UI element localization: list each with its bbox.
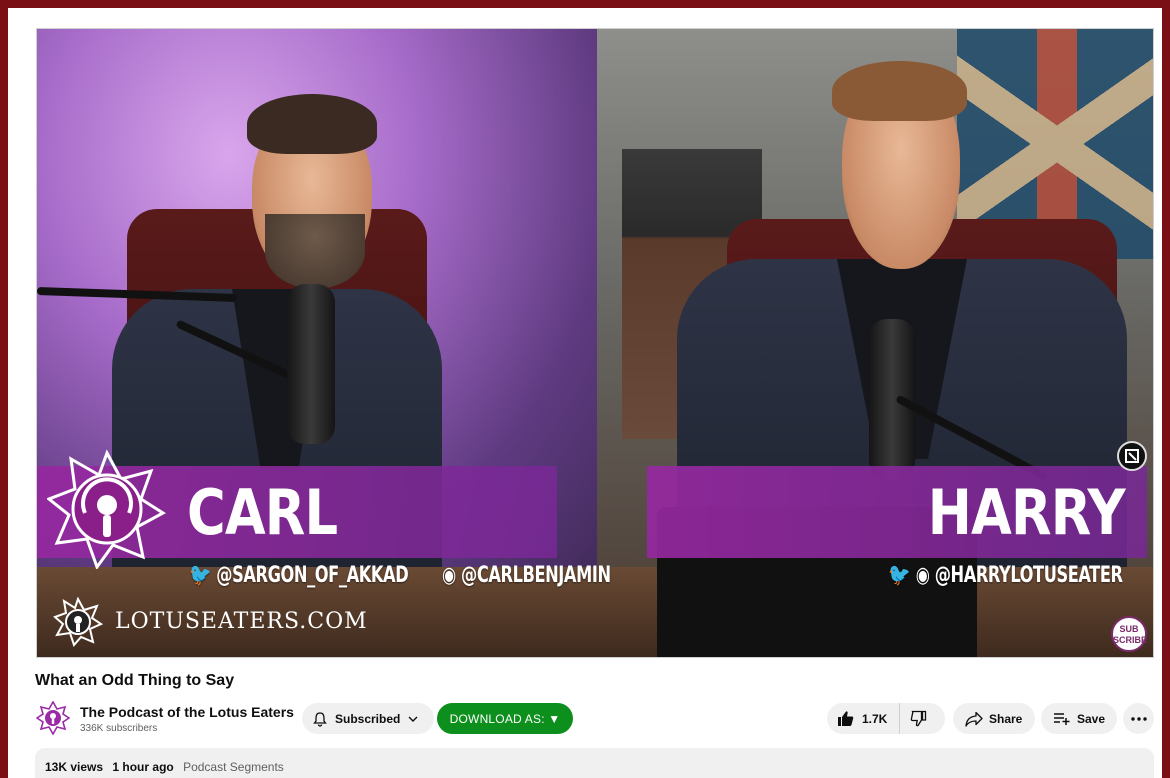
twitter-handle-left: 🐦 @SARGON_OF_AKKAD (189, 563, 409, 588)
site-url: LOTUSEATERS.COM (115, 609, 368, 634)
name-label-left: CARL (187, 476, 338, 549)
name-label-right: HARRY (927, 476, 1126, 549)
channel-avatar[interactable] (36, 701, 70, 735)
subscribed-button[interactable]: Subscribed (302, 703, 434, 734)
share-label: Share (989, 711, 1023, 726)
video-player[interactable]: CARL HARRY 🐦 @SARGON_OF_AKKAD ◉ @CARLBEN… (36, 28, 1154, 658)
carl-microphone (287, 284, 335, 444)
harry-hair (832, 61, 967, 121)
description-box[interactable]: 13K views 1 hour ago Podcast Segments (35, 748, 1154, 778)
handle-text: @SARGON_OF_AKKAD (216, 563, 409, 588)
download-button[interactable]: DOWNLOAD AS: ▼ (437, 703, 573, 734)
view-count: 13K views (45, 760, 104, 774)
thumb-down-icon (910, 710, 927, 727)
handle-text: @HARRYLOTUSEATER (935, 563, 1123, 588)
like-button[interactable]: 1.7K (827, 703, 900, 734)
twitter-handle-right: 🐦 ◉ @HARRYLOTUSEATER (888, 563, 1124, 588)
lotus-handle-left: ◉ @CARLBENJAMIN (442, 563, 611, 588)
thumb-up-icon (837, 710, 854, 727)
share-button[interactable]: Share (953, 703, 1035, 734)
subscribe-watermark[interactable]: SUB SCRIBE (1111, 616, 1147, 652)
save-button[interactable]: Save (1041, 703, 1117, 734)
like-count: 1.7K (862, 711, 888, 726)
subscribed-label: Subscribed (335, 711, 401, 726)
bell-icon (312, 711, 328, 727)
share-icon (965, 711, 983, 727)
description-meta: 13K views 1 hour ago Podcast Segments (45, 760, 290, 774)
more-actions-button[interactable] (1123, 703, 1154, 734)
chevron-down-icon (407, 713, 419, 725)
upload-age: 1 hour ago (112, 760, 174, 774)
channel-name[interactable]: The Podcast of the Lotus Eaters (80, 704, 294, 720)
more-icon (1130, 716, 1147, 721)
twitter-icon: 🐦 ◉ (888, 563, 936, 588)
twitter-icon: 🐦 (189, 563, 217, 588)
video-title: What an Odd Thing to Say (35, 672, 235, 689)
subscriber-count: 336K subscribers (80, 723, 158, 734)
category-tag[interactable]: Podcast Segments (183, 760, 284, 774)
dislike-button[interactable] (900, 710, 927, 727)
podcast-icon (47, 449, 167, 569)
handle-text: @CARLBENJAMIN (461, 563, 611, 588)
carl-beard (265, 214, 365, 289)
carl-hair (247, 94, 377, 154)
lotus-icon: ◉ (442, 563, 462, 588)
like-dislike-group: 1.7K (827, 703, 945, 734)
playlist-add-icon (1053, 712, 1071, 726)
save-label: Save (1077, 711, 1106, 726)
expand-icon[interactable] (1117, 441, 1147, 471)
page-frame: CARL HARRY 🐦 @SARGON_OF_AKKAD ◉ @CARLBEN… (8, 8, 1162, 778)
lotus-logo-icon (53, 597, 103, 647)
